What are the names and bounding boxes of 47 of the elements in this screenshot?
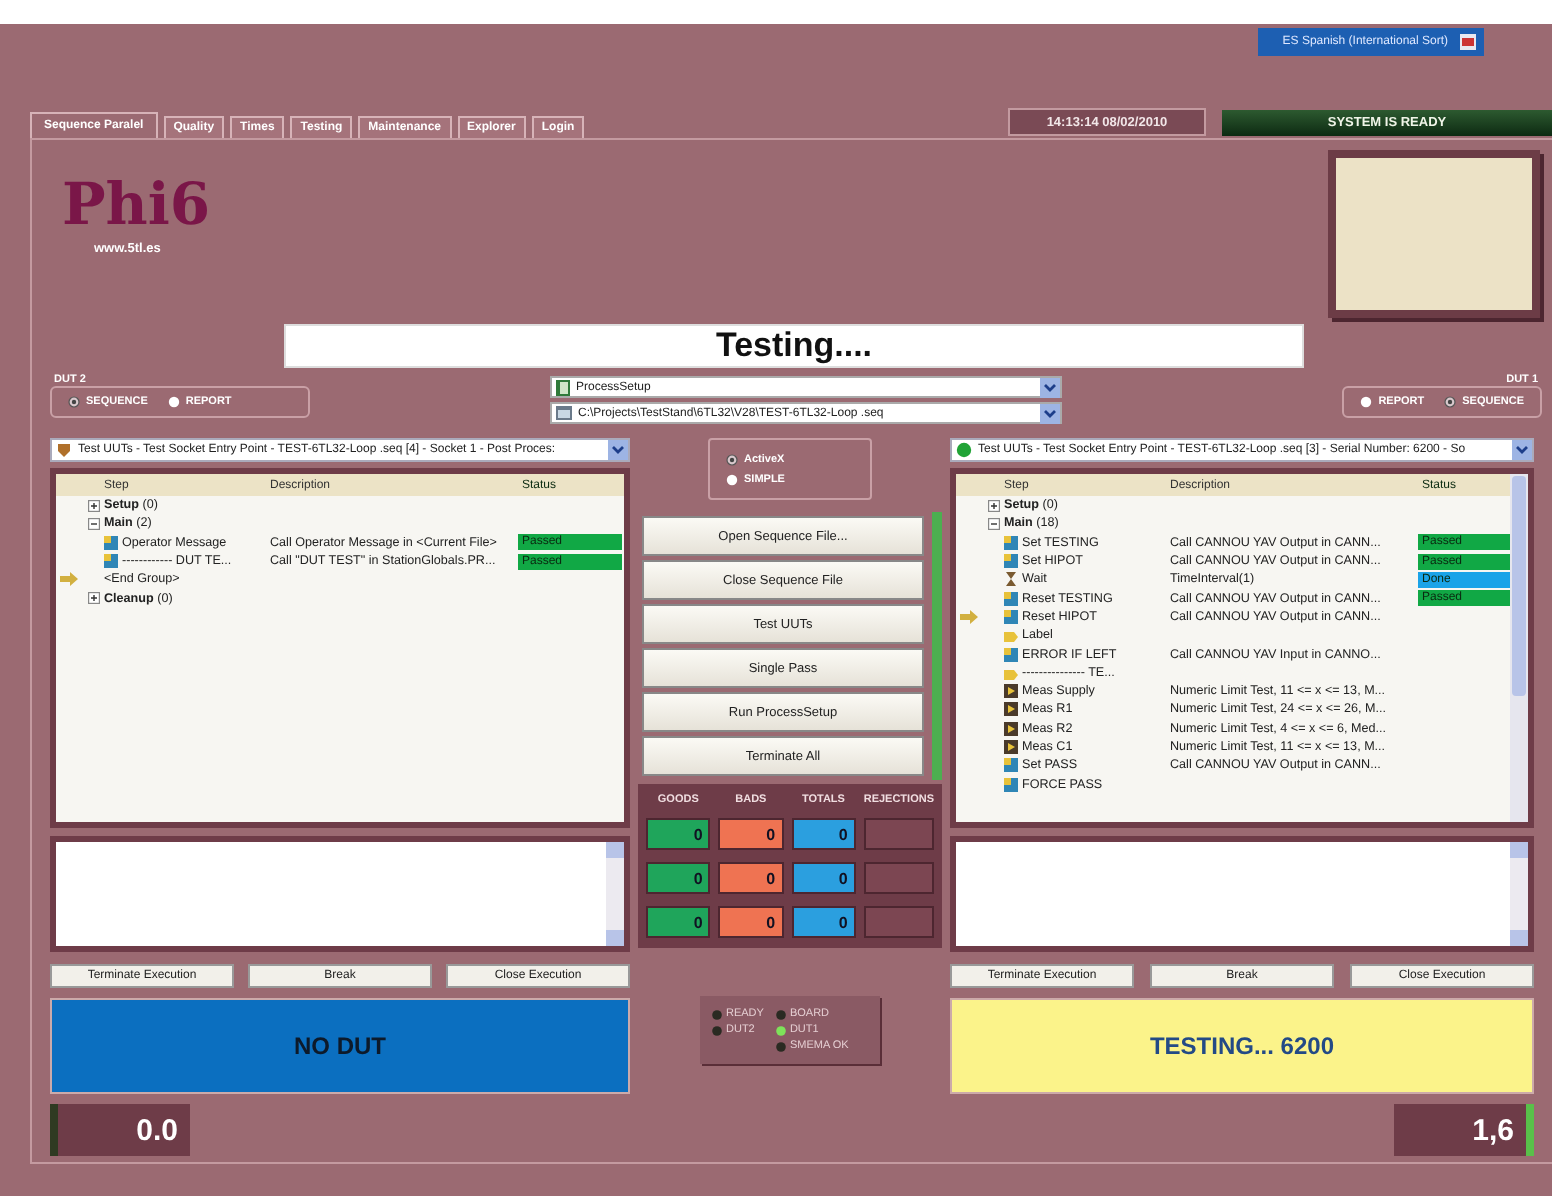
tag-icon bbox=[1004, 665, 1018, 680]
tile-icon bbox=[1004, 647, 1018, 662]
folder-icon bbox=[556, 406, 572, 420]
status-banner: NO DUT bbox=[50, 998, 630, 1094]
counter-cell: 0 bbox=[646, 862, 711, 894]
hourglass-icon bbox=[1004, 572, 1018, 587]
counter-cell: 0 bbox=[646, 818, 711, 850]
scrollbar[interactable] bbox=[1510, 474, 1528, 822]
tile-icon bbox=[1004, 758, 1018, 773]
collapse-icon[interactable] bbox=[988, 517, 1000, 530]
reading-display: 0.0 bbox=[58, 1104, 190, 1156]
tile-icon bbox=[1004, 535, 1018, 550]
collapse-icon[interactable] bbox=[88, 517, 100, 530]
message-field: Testing.... bbox=[284, 324, 1304, 368]
tag-icon bbox=[1004, 628, 1018, 643]
reading-display: 1,6 bbox=[1394, 1104, 1526, 1156]
tile-icon bbox=[1004, 591, 1018, 606]
status-banner: TESTING... 6200 bbox=[950, 998, 1534, 1094]
document-icon bbox=[556, 379, 570, 395]
counter-cell: 0 bbox=[718, 906, 784, 938]
counter-cell: 0 bbox=[791, 906, 856, 938]
play-icon bbox=[1004, 684, 1018, 699]
scrollbar[interactable] bbox=[606, 842, 624, 946]
logo: Phi6 bbox=[62, 176, 211, 234]
counter-cell: 0 bbox=[791, 818, 856, 850]
counter-cell: 0 bbox=[646, 906, 711, 938]
counter-cell: 0 bbox=[718, 818, 784, 850]
scrollbar[interactable] bbox=[1510, 842, 1528, 946]
expand-icon[interactable] bbox=[88, 592, 100, 605]
tile-icon bbox=[1004, 777, 1018, 792]
tile-icon bbox=[104, 554, 118, 569]
counter-cell: 0 bbox=[791, 862, 856, 894]
counter-cell: 0 bbox=[718, 862, 784, 894]
play-icon bbox=[1004, 721, 1018, 736]
log-field[interactable] bbox=[950, 836, 1534, 952]
tile-icon bbox=[104, 535, 118, 550]
tile-icon bbox=[1004, 554, 1018, 569]
log-field[interactable] bbox=[50, 836, 630, 952]
play-icon bbox=[1004, 702, 1018, 717]
dropdown-arrow-icon bbox=[1512, 440, 1532, 460]
expand-icon[interactable] bbox=[88, 499, 100, 512]
dropdown-arrow-icon bbox=[1040, 377, 1060, 397]
dropdown-arrow-icon bbox=[1040, 403, 1060, 423]
expand-icon[interactable] bbox=[988, 499, 1000, 512]
dropdown-arrow-icon bbox=[608, 440, 628, 460]
play-icon bbox=[1004, 740, 1018, 754]
tile-icon bbox=[1004, 609, 1018, 624]
